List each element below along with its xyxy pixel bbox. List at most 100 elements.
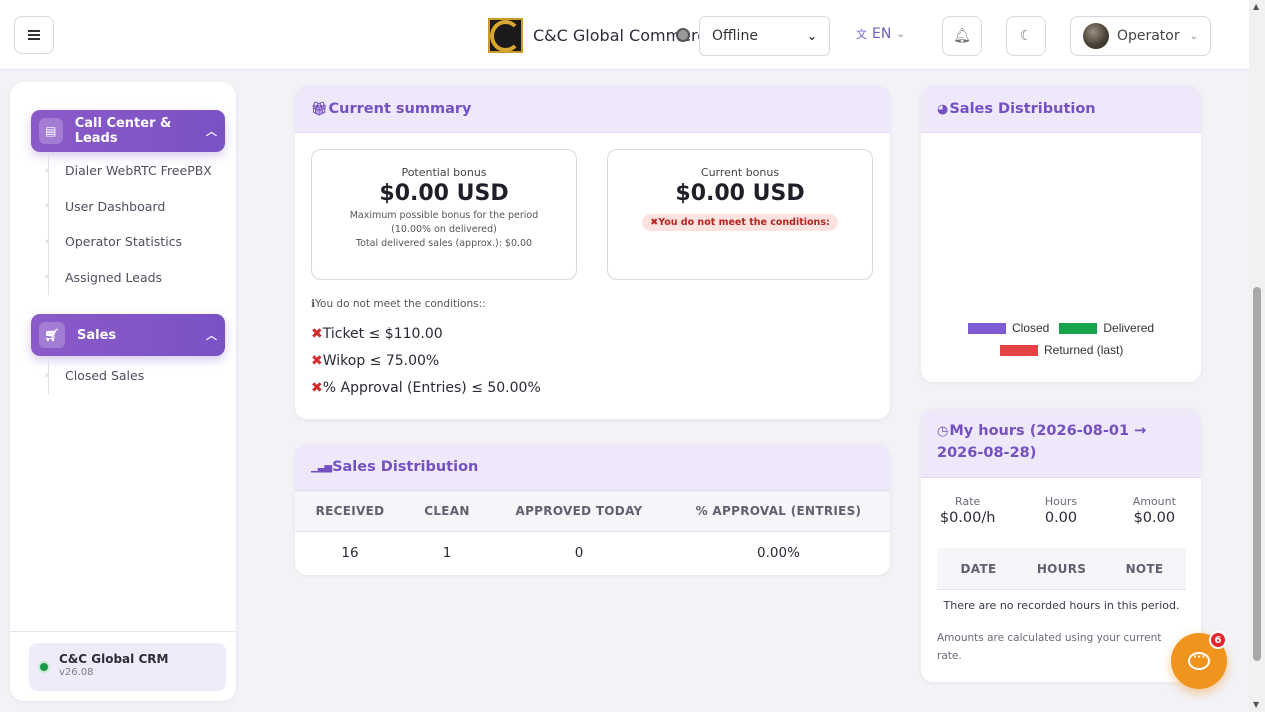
bar-chart-icon: ▁▃▅ xyxy=(311,461,332,473)
card-header: ◕ Sales Distribution xyxy=(921,86,1201,133)
potential-bonus-note: Maximum possible bonus for the period (1… xyxy=(312,209,576,250)
sales-distribution-chart-card: ◕ Sales Distribution xyxy=(921,86,1201,382)
cell-received: 16 xyxy=(341,545,359,561)
notifications-button[interactable]: 🔔︎ xyxy=(942,16,982,56)
scroll-down-icon[interactable]: ▼ xyxy=(1253,700,1259,709)
card-title: Sales Distribution xyxy=(949,101,1096,117)
chat-notification-badge: 6 xyxy=(1209,631,1227,649)
potential-bonus-box: Potential bonus $0.00 USD Maximum possib… xyxy=(311,149,577,280)
language-label: EN xyxy=(872,26,892,42)
legend-swatch-delivered xyxy=(1059,322,1098,334)
cell-approved-today: 0 xyxy=(574,545,584,561)
language-switcher[interactable]: 文 EN ⌄ xyxy=(856,26,905,42)
bonus-note-line: Maximum possible bonus for the period xyxy=(349,210,539,221)
avatar xyxy=(1083,23,1109,49)
column-header-note: NOTE xyxy=(1125,561,1164,576)
sidebar-sublist-sales: Closed Sales xyxy=(45,358,144,394)
sidebar-section-sales[interactable]: 🛒︎ Sales ︿ xyxy=(31,314,225,356)
card-title: My hours (2026-08-01 → 2026-08-28) xyxy=(937,423,1147,461)
gift-icon: 🎁︎ xyxy=(311,101,328,117)
stat-value: 0.00 xyxy=(1044,510,1078,526)
column-header-date: DATE xyxy=(960,561,997,576)
chat-icon xyxy=(1188,650,1210,670)
sidebar: ▤ Call Center & Leads ︿ Dialer WebRTC Fr… xyxy=(10,82,236,701)
sidebar-item-assigned-leads[interactable]: Assigned Leads xyxy=(45,260,212,296)
condition-text: Wikop ≤ 75.00% xyxy=(322,353,440,369)
column-header-approval: % APPROVAL (ENTRIES) xyxy=(695,504,862,518)
column-header-approved-today: APPROVED TODAY xyxy=(515,504,643,518)
legend-swatch-closed xyxy=(968,322,1006,334)
sidebar-item-dialer[interactable]: Dialer WebRTC FreePBX xyxy=(45,153,212,189)
bonus-note-line: Total delivered sales (approx.): $0.00 xyxy=(355,237,533,249)
cell-clean: 1 xyxy=(442,545,452,561)
sidebar-section-label: Sales xyxy=(77,327,117,343)
moon-icon: ☾ xyxy=(1019,28,1033,44)
sidebar-divider xyxy=(10,631,236,632)
condition-text: Ticket ≤ $110.00 xyxy=(322,326,443,342)
theme-toggle-button[interactable]: ☾ xyxy=(1006,16,1046,56)
chevron-up-icon: ︿ xyxy=(206,329,217,342)
x-icon: ✖ xyxy=(311,380,323,396)
user-menu-button[interactable]: Operator ⌄ xyxy=(1070,16,1211,56)
legend-label: Closed xyxy=(1012,321,1050,335)
legend-label: Delivered xyxy=(1103,321,1155,335)
hours-empty-message: There are no recorded hours in this peri… xyxy=(943,599,1180,612)
status-dot xyxy=(40,663,48,671)
current-bonus-box: Current bonus $0.00 USD ✖You do not meet… xyxy=(607,149,873,280)
hamburger-icon xyxy=(28,34,40,36)
hours-stat: Hours 0.00 xyxy=(1014,495,1107,526)
table-header: RECEIVED CLEAN APPROVED TODAY % APPROVAL… xyxy=(295,491,890,532)
stat-label: Hours xyxy=(1044,495,1078,508)
warning-text: You do not meet the conditions: xyxy=(658,217,830,228)
column-header-clean: CLEAN xyxy=(424,504,470,518)
card-header: ◷My hours (2026-08-01 → 2026-08-28) xyxy=(921,409,1201,478)
potential-bonus-value: $0.00 USD xyxy=(379,181,509,206)
stat-label: Amount xyxy=(1132,495,1176,508)
conditions-warning-badge: ✖You do not meet the conditions: xyxy=(642,214,838,231)
sidebar-item-user-dashboard[interactable]: User Dashboard xyxy=(45,189,212,225)
sidebar-item-closed-sales[interactable]: Closed Sales xyxy=(45,358,144,394)
condition-item: ✖Ticket ≤ $110.00 xyxy=(311,326,443,342)
cart-icon: 🛒︎ xyxy=(39,322,65,348)
chevron-up-icon: ︿ xyxy=(206,125,217,138)
x-icon: ✖ xyxy=(650,217,659,228)
user-name: Operator xyxy=(1116,28,1180,44)
scrollbar-thumb[interactable] xyxy=(1253,287,1261,661)
sidebar-item-operator-statistics[interactable]: Operator Statistics xyxy=(45,224,212,260)
brand-logo xyxy=(488,18,523,53)
chevron-down-icon: ⌄ xyxy=(806,29,817,43)
status-select[interactable]: Offline ⌄ xyxy=(699,16,830,56)
cell-approval: 0.00% xyxy=(757,545,800,561)
column-header-received: RECEIVED xyxy=(315,504,385,518)
hours-stat: Rate $0.00/h xyxy=(921,495,1014,526)
chevron-down-icon: ⌄ xyxy=(896,28,905,40)
scroll-up-icon[interactable]: ▲ xyxy=(1253,2,1259,11)
sidebar-section-label: Call Center & Leads xyxy=(74,116,172,146)
menu-toggle-button[interactable] xyxy=(14,16,54,54)
condition-text: % Approval (Entries) ≤ 50.00% xyxy=(322,380,541,396)
stat-value: $0.00/h xyxy=(939,510,996,526)
hours-note: Amounts are calculated using your curren… xyxy=(937,632,1162,662)
x-icon: ✖ xyxy=(311,326,323,342)
conditions-title-text: You do not meet the conditions:: xyxy=(315,298,486,310)
conditions-title: ℹ︎You do not meet the conditions:: xyxy=(311,298,486,310)
translate-icon: 文 xyxy=(856,28,867,41)
table-icon: ▤ xyxy=(39,118,63,144)
hours-table-header: DATE HOURS NOTE xyxy=(937,548,1186,590)
current-bonus-value: $0.00 USD xyxy=(675,181,805,206)
sidebar-section-call-center[interactable]: ▤ Call Center & Leads ︿ xyxy=(31,110,225,152)
x-icon: ✖ xyxy=(311,353,323,369)
potential-bonus-label: Potential bonus xyxy=(401,166,487,179)
hours-stats: Rate $0.00/h Hours 0.00 Amount $0.00 xyxy=(921,495,1201,526)
sidebar-sublist-call-center: Dialer WebRTC FreePBX User Dashboard Ope… xyxy=(45,153,212,296)
crm-version: v26.08 xyxy=(59,667,94,678)
legend-label: Returned (last) xyxy=(1044,343,1124,357)
top-bar: C&C Global Commerce FZ LLC Offline ⌄ 文 E… xyxy=(0,0,1249,70)
column-header-hours: HOURS xyxy=(1036,561,1087,576)
condition-item: ✖% Approval (Entries) ≤ 50.00% xyxy=(311,380,541,396)
chart-legend-row: Closed Delivered xyxy=(968,321,1154,335)
bell-icon: 🔔︎ xyxy=(953,28,971,44)
chevron-down-icon: ⌄ xyxy=(1189,30,1198,42)
table-row: 16 1 0 0.00% xyxy=(295,532,890,574)
legend-swatch-returned xyxy=(1000,344,1038,356)
